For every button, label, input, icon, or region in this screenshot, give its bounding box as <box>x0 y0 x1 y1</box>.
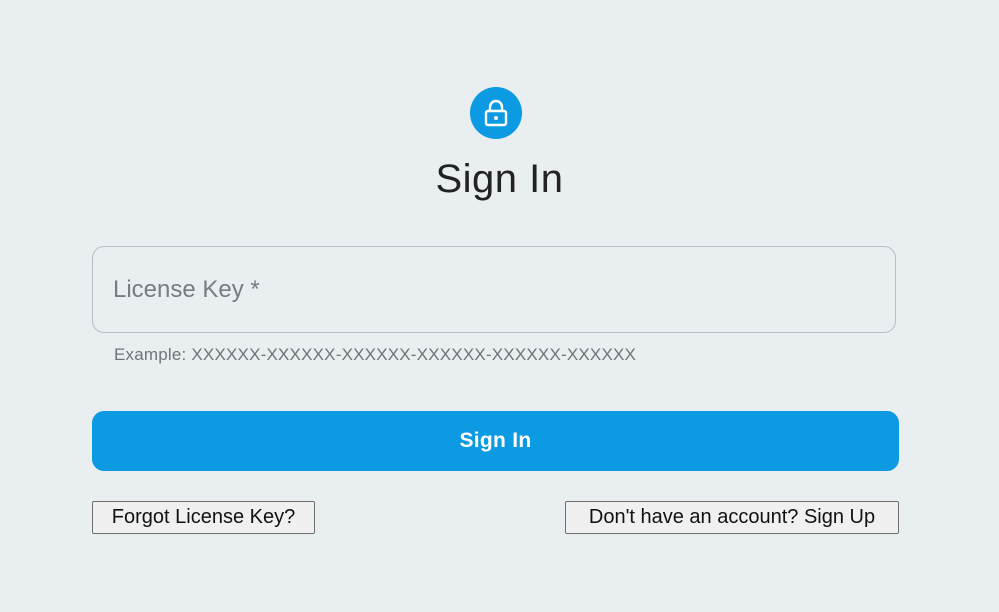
forgot-license-key-button[interactable]: Forgot License Key? <box>92 501 315 534</box>
sign-in-button[interactable]: Sign In <box>92 411 899 471</box>
lock-icon <box>470 87 522 139</box>
lock-icon-glyph <box>484 99 508 127</box>
license-key-input[interactable] <box>93 247 895 332</box>
license-key-field[interactable] <box>92 246 896 333</box>
sign-up-button[interactable]: Don't have an account? Sign Up <box>565 501 899 534</box>
license-key-helper-text: Example: XXXXXX-XXXXXX-XXXXXX-XXXXXX-XXX… <box>114 345 637 364</box>
page-title: Sign In <box>435 157 564 201</box>
